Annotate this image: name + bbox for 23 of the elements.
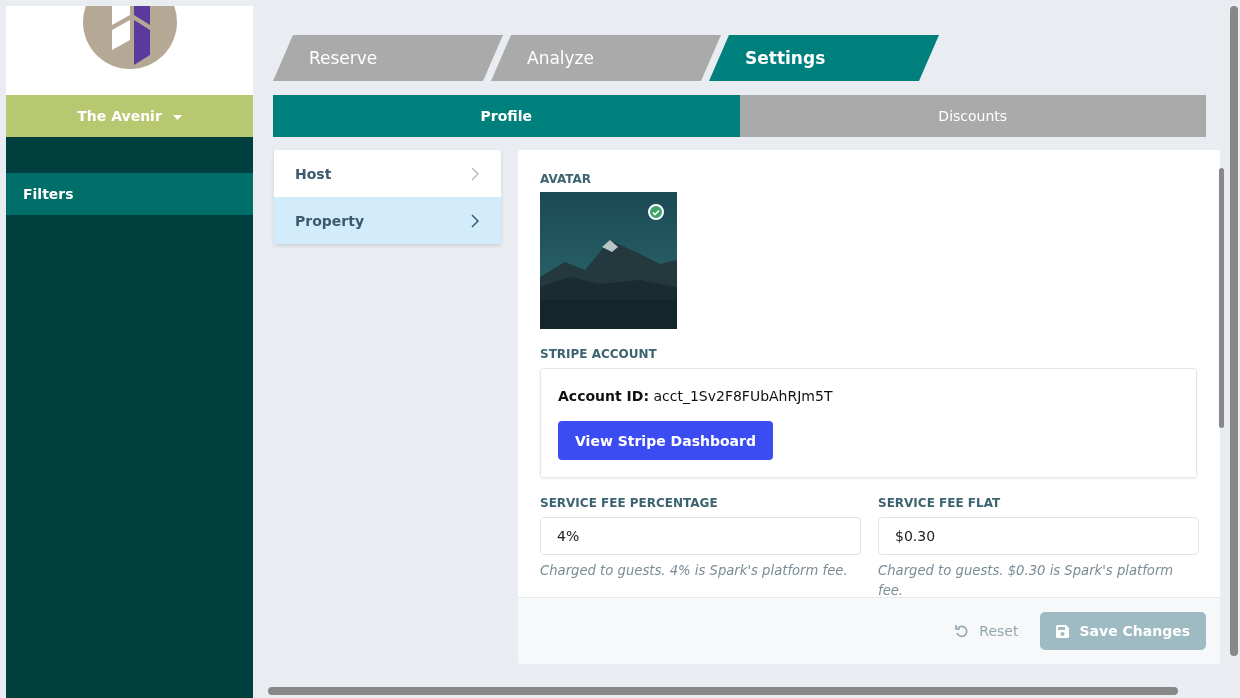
nav-item[interactable]: Property [274, 197, 501, 244]
help-text: Charged to guests. 4% is Spark's platform fee. [540, 562, 849, 580]
account-id: acct_1Sv2F8FUbAhRJm5T [653, 388, 833, 404]
field-label: SERVICE FEE FLAT [878, 496, 1002, 510]
chevron-icon [471, 166, 479, 181]
field-label: AVATAR [540, 172, 593, 186]
help-text: Charged to guests. $0.30 is Spark's platform fee. [878, 562, 1175, 597]
dashboard-button[interactable]: View Stripe Dashboard [558, 421, 773, 460]
tab[interactable]: Settings [709, 35, 939, 81]
account-label: Account ID: [558, 388, 649, 404]
nav-item[interactable]: Host [274, 150, 501, 197]
field-label: SERVICE FEE PERCENTAGE [540, 496, 719, 510]
sidebar-item[interactable]: Filters [6, 173, 253, 215]
chevron-icon [471, 213, 479, 228]
tab[interactable]: Profile [273, 95, 740, 137]
save-icon [1056, 624, 1070, 638]
input-field[interactable]: 4% [540, 517, 861, 555]
caret-icon [172, 114, 182, 120]
input-field[interactable]: $0.30 [878, 517, 1199, 555]
field-label: STRIPE ACCOUNT [540, 347, 658, 361]
scrollbar[interactable] [268, 687, 1178, 695]
undo-icon [955, 624, 970, 638]
scrollbar[interactable] [1230, 6, 1238, 656]
